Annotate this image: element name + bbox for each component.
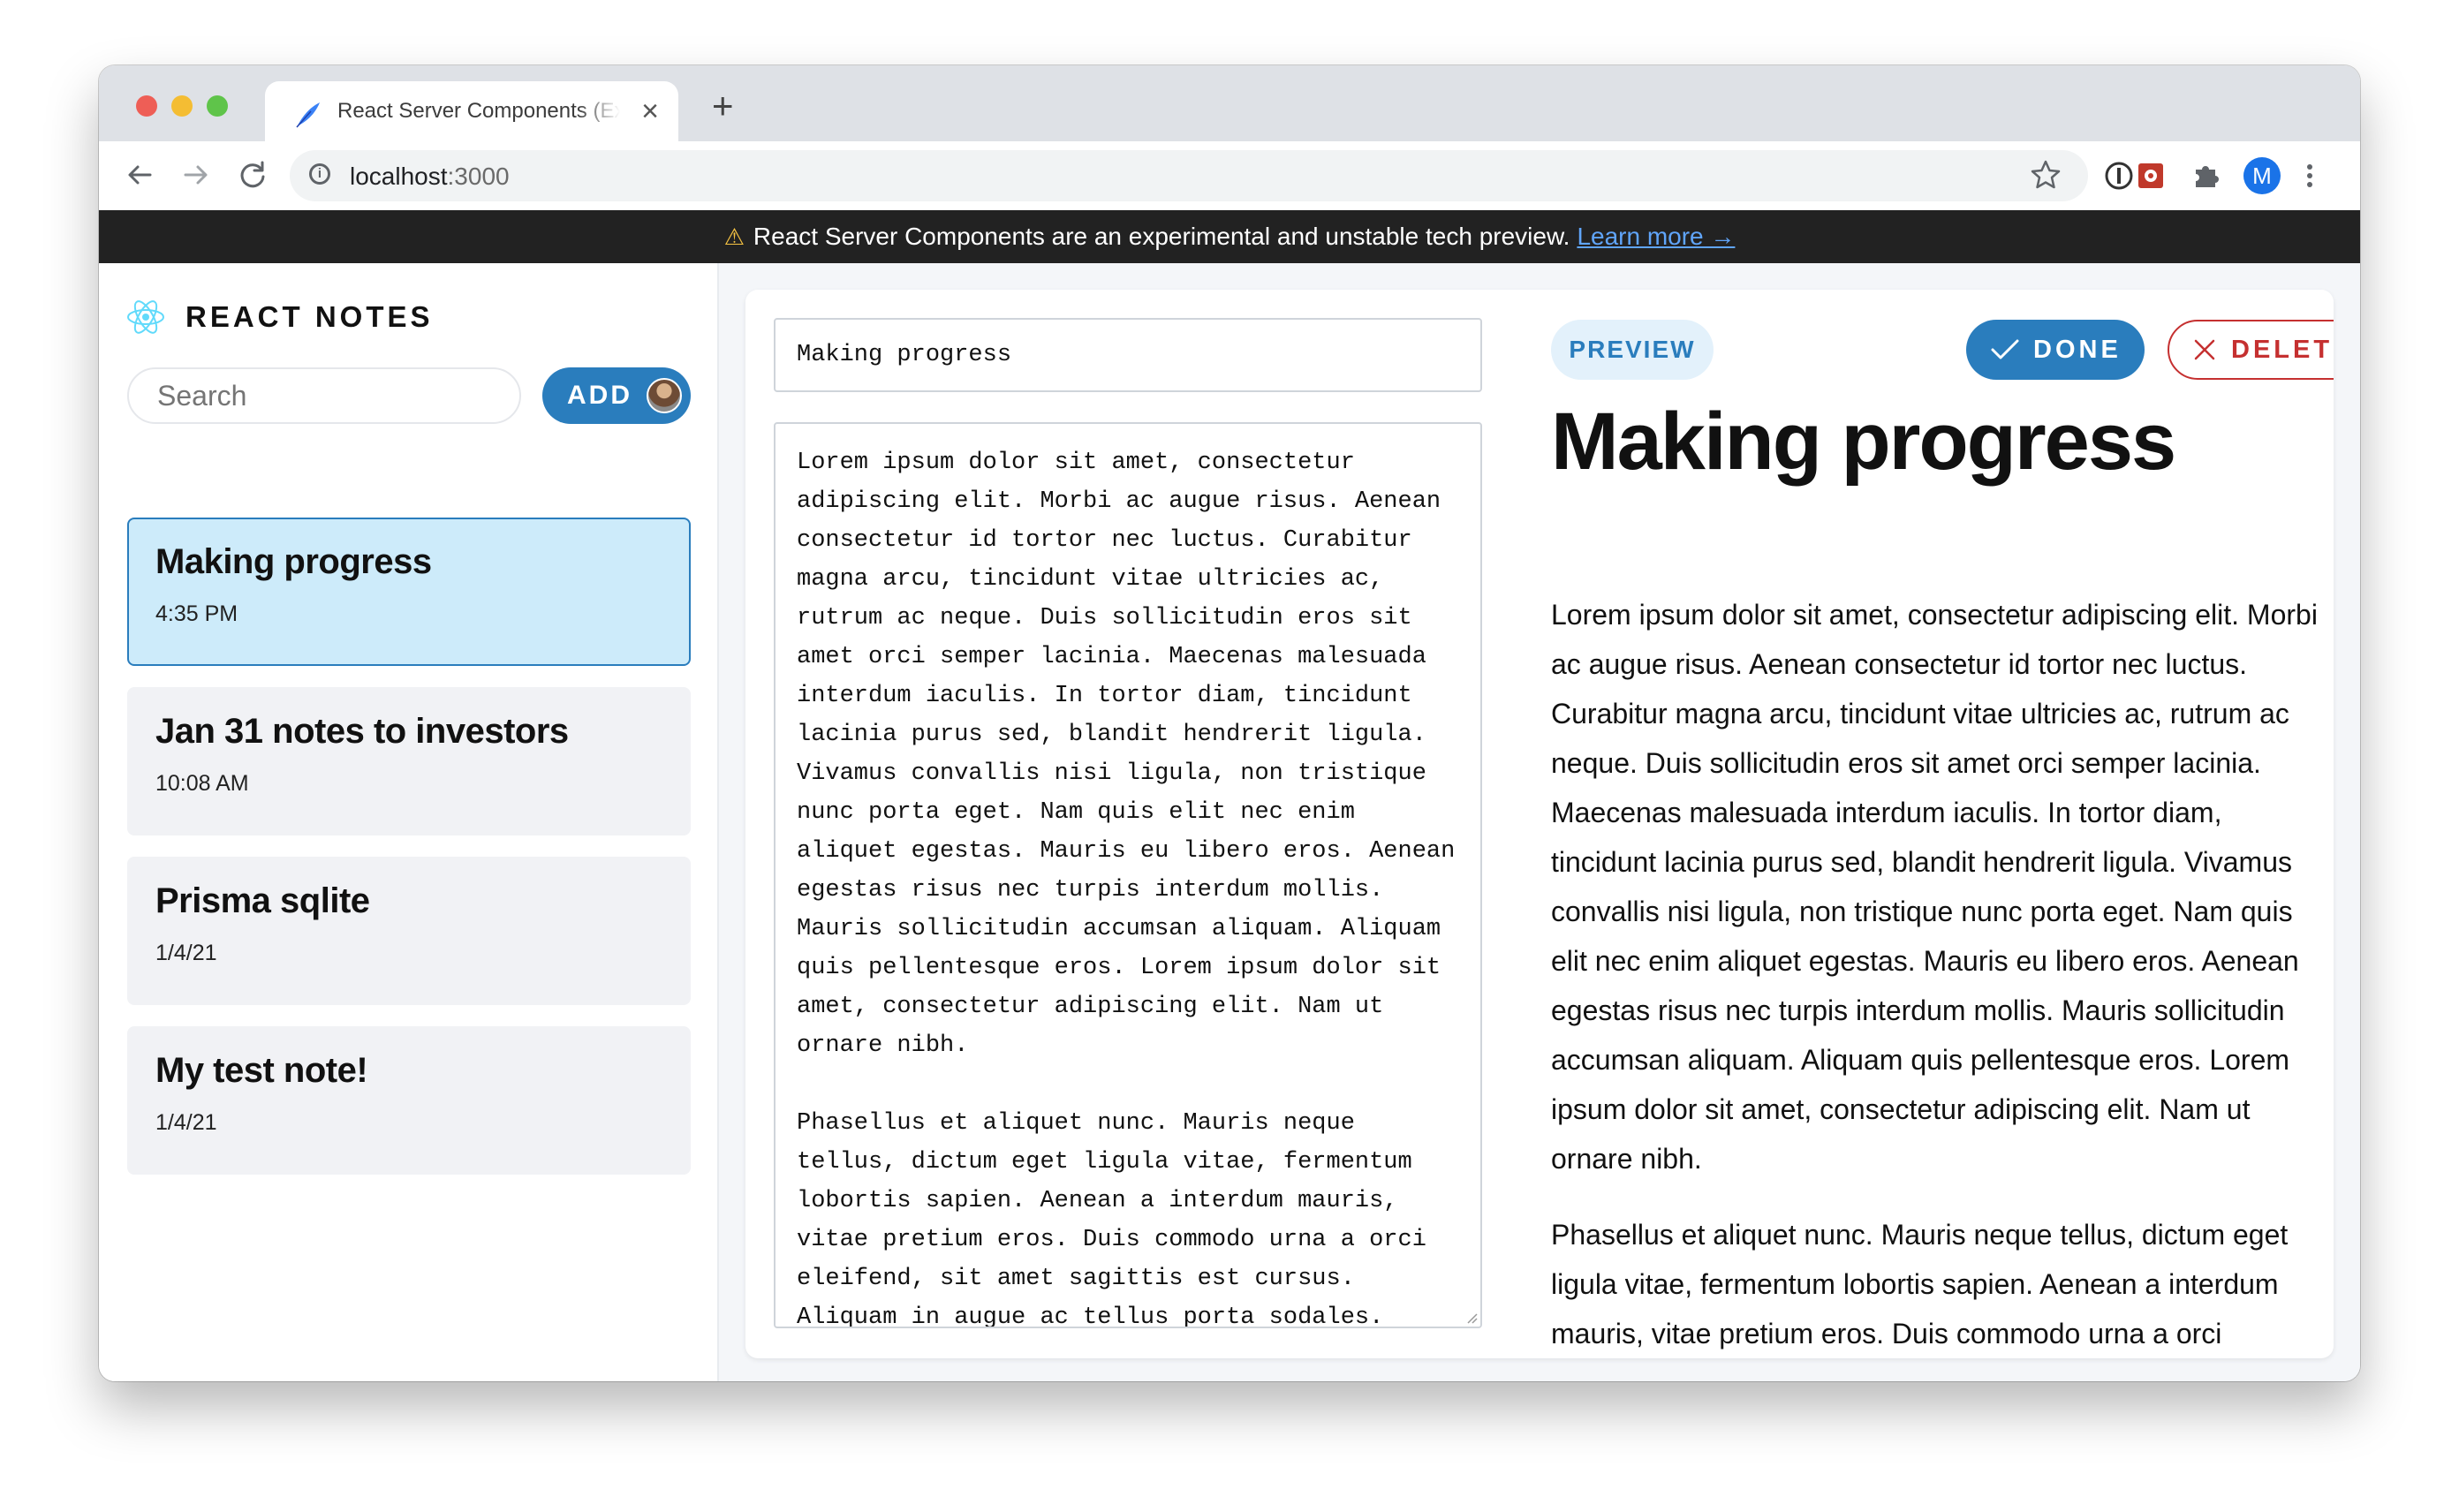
reload-icon[interactable] xyxy=(233,155,272,194)
bookmark-star-icon[interactable] xyxy=(2028,157,2063,193)
feather-icon xyxy=(296,102,320,128)
brand: REACT NOTES xyxy=(125,295,434,339)
browser-tab[interactable]: React Server Components (Experimental De… xyxy=(265,81,678,141)
add-note-button[interactable]: ADD xyxy=(542,367,691,424)
add-button-label: ADD xyxy=(567,381,632,410)
extensions-puzzle-icon[interactable] xyxy=(2189,159,2222,193)
address-bar[interactable]: i localhost:3000 xyxy=(290,150,2088,201)
react-logo-icon xyxy=(127,300,164,334)
preview-paragraph: Phasellus et aliquet nunc. Mauris neque … xyxy=(1551,1219,2289,1349)
note-item[interactable]: Jan 31 notes to investors 10:08 AM xyxy=(127,687,691,835)
note-item[interactable]: My test note! 1/4/21 xyxy=(127,1026,691,1175)
main-area: Lorem ipsum dolor sit amet, consectetur … xyxy=(719,263,2360,1381)
brand-title: REACT NOTES xyxy=(185,300,434,333)
experimental-banner: ⚠ React Server Components are an experime… xyxy=(99,210,2360,263)
delete-button[interactable]: DELETE xyxy=(2168,320,2334,380)
note-editor-panel: Lorem ipsum dolor sit amet, consectetur … xyxy=(745,290,2334,1358)
delete-label: DELETE xyxy=(2231,336,2334,364)
minimize-window-button[interactable] xyxy=(171,95,193,117)
warning-icon: ⚠ xyxy=(723,223,745,250)
url-text: localhost:3000 xyxy=(350,163,510,190)
preview-paragraph: Lorem ipsum dolor sit amet, consectetur … xyxy=(1551,599,2318,1175)
note-item[interactable]: Prisma sqlite 1/4/21 xyxy=(127,857,691,1005)
close-window-button[interactable] xyxy=(136,95,157,117)
note-title: My test note! xyxy=(155,1051,368,1090)
tab-title: React Server Components (Experimental De… xyxy=(337,99,620,123)
learn-more-link[interactable]: Learn more → xyxy=(1577,223,1735,250)
note-item[interactable]: Making progress 4:35 PM xyxy=(127,518,691,666)
close-icon xyxy=(2194,339,2215,360)
preview-title: Making progress xyxy=(1551,397,2176,487)
preview-body: Lorem ipsum dolor sit amet, consectetur … xyxy=(1551,590,2319,1358)
note-date: 1/4/21 xyxy=(155,941,217,965)
done-label: DONE xyxy=(2033,336,2122,364)
note-title: Jan 31 notes to investors xyxy=(155,712,569,751)
tab-close-icon[interactable]: × xyxy=(641,94,659,129)
note-date: 4:35 PM xyxy=(155,601,238,626)
profile-avatar[interactable]: M xyxy=(2243,157,2281,194)
check-icon xyxy=(1991,339,2019,359)
browser-window: React Server Components (Experimental De… xyxy=(99,65,2360,1381)
forward-arrow-icon[interactable] xyxy=(177,155,216,194)
note-body-textarea[interactable]: Lorem ipsum dolor sit amet, consectetur … xyxy=(774,422,1482,1328)
browser-toolbar: i localhost:3000 M xyxy=(99,141,2360,210)
resize-grip-icon[interactable] xyxy=(1463,1309,1479,1325)
note-date: 1/4/21 xyxy=(155,1110,217,1135)
note-title: Prisma sqlite xyxy=(155,881,370,920)
note-title-input[interactable] xyxy=(774,318,1482,392)
search-input[interactable] xyxy=(127,367,521,424)
extension-red-icon[interactable] xyxy=(2134,159,2168,193)
app-content: REACT NOTES ADD Making progress 4:35 PM … xyxy=(99,263,2360,1381)
banner-text: React Server Components are an experimen… xyxy=(753,223,1570,250)
user-avatar xyxy=(647,378,682,413)
new-tab-button[interactable]: + xyxy=(712,87,734,125)
tab-strip: React Server Components (Experimental De… xyxy=(99,65,2360,141)
note-date: 10:08 AM xyxy=(155,771,249,796)
note-title: Making progress xyxy=(155,542,432,581)
back-arrow-icon[interactable] xyxy=(120,155,159,194)
preview-label: PREVIEW xyxy=(1551,320,1714,380)
sidebar: REACT NOTES ADD Making progress 4:35 PM … xyxy=(99,263,719,1381)
password-manager-icon[interactable] xyxy=(2102,159,2136,193)
site-info-icon[interactable]: i xyxy=(309,163,330,185)
done-button[interactable]: DONE xyxy=(1966,320,2145,380)
maximize-window-button[interactable] xyxy=(207,95,228,117)
more-menu-icon[interactable] xyxy=(2293,159,2327,193)
